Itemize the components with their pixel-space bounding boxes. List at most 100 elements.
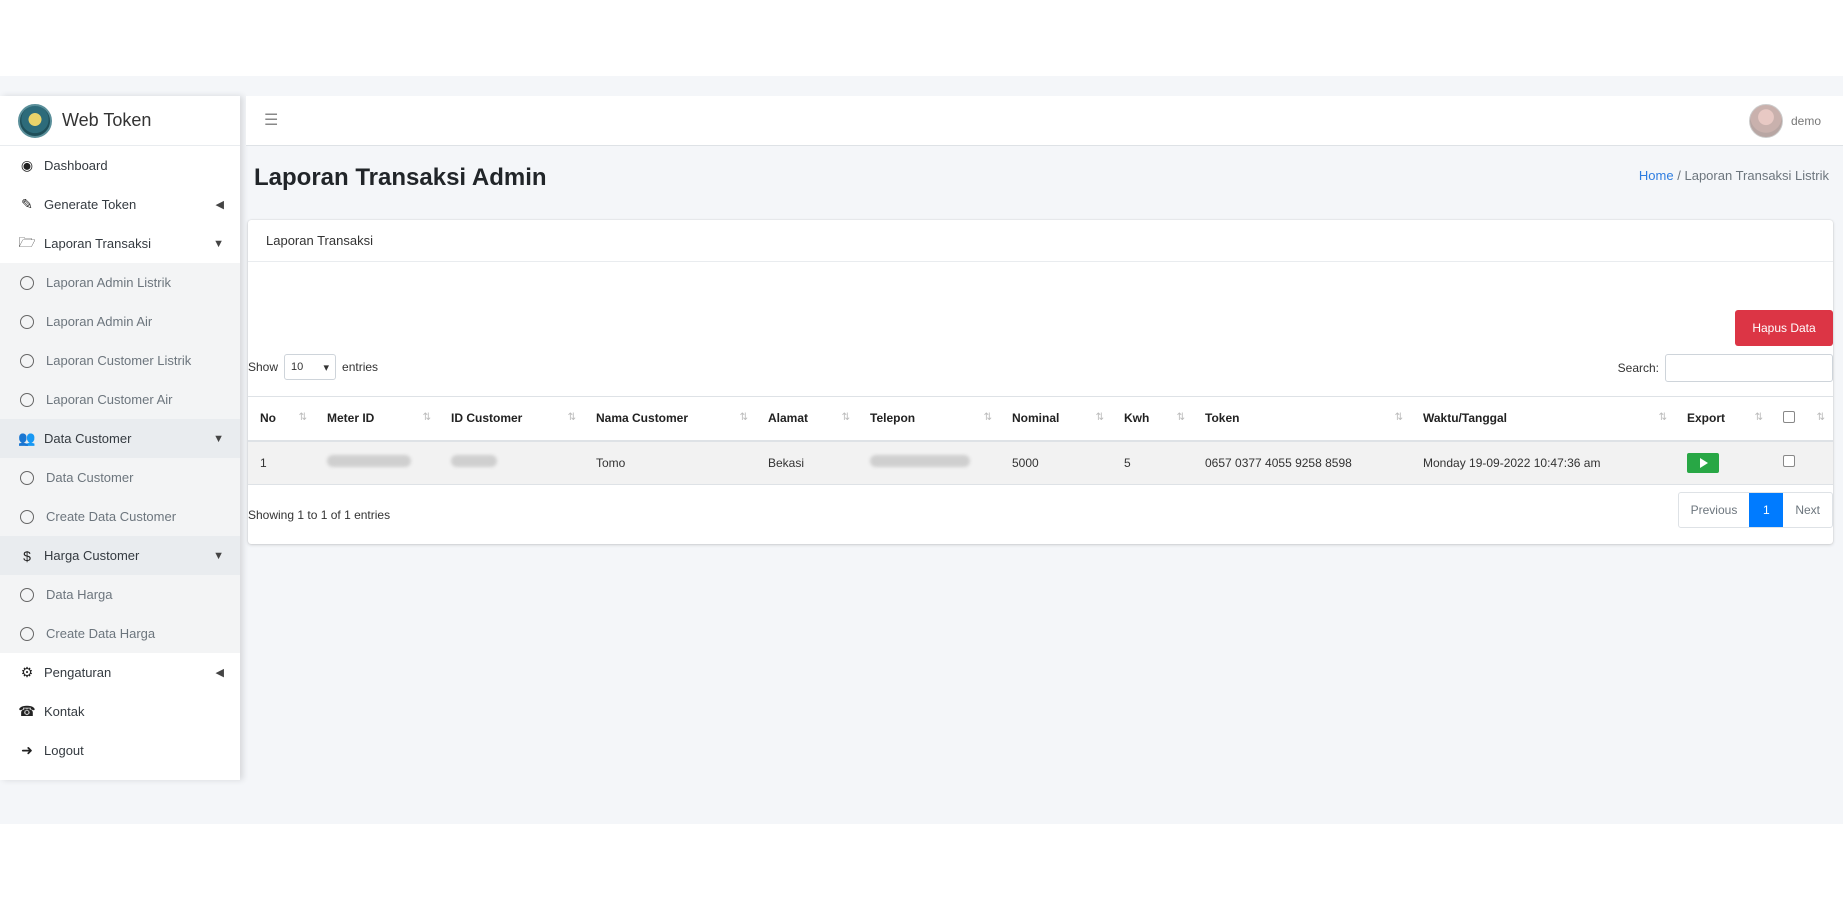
sidebar-item-data-customer[interactable]: 👥 Data Customer ▼ [0, 419, 240, 458]
cell-token: 0657 0377 4055 9258 8598 [1193, 440, 1411, 485]
sidebar-item-pengaturan[interactable]: ⚙ Pengaturan ◀ [0, 653, 240, 692]
delete-data-button[interactable]: Hapus Data [1735, 310, 1833, 346]
sidebar-nav: ◉ Dashboard ✎ Generate Token ◀ 🗁 Laporan… [0, 146, 240, 770]
sidebar-item-label: Laporan Admin Listrik [46, 275, 172, 290]
sort-icon: ⇅ [739, 412, 748, 423]
show-label: Show [248, 360, 279, 374]
sidebar-item-data-harga[interactable]: Data Harga [0, 575, 240, 614]
app-background: Web Token ◉ Dashboard ✎ Generate Token ◀… [0, 76, 1843, 824]
breadcrumb-home[interactable]: Home [1639, 168, 1674, 183]
play-icon [1700, 457, 1708, 468]
column-header-kwh[interactable]: Kwh ⇅ [1112, 396, 1193, 442]
select-all-checkbox[interactable] [1783, 410, 1795, 423]
circle-icon [20, 392, 34, 407]
sidebar-item-laporan-transaksi[interactable]: 🗁 Laporan Transaksi ▼ [0, 224, 240, 263]
export-button[interactable] [1687, 452, 1719, 473]
sort-icon: ⇅ [983, 412, 992, 423]
card-title: Laporan Transaksi [248, 220, 1833, 262]
column-header-alamat[interactable]: Alamat ⇅ [756, 396, 858, 442]
previous-button[interactable]: Previous [1679, 493, 1750, 527]
table-info: Showing 1 to 1 of 1 entries [248, 508, 391, 522]
sidebar-item-laporan-admin-air[interactable]: Laporan Admin Air [0, 302, 240, 341]
sidebar-item-laporan-admin-listrik[interactable]: Laporan Admin Listrik [0, 263, 240, 302]
dollar-icon: $ [23, 547, 31, 564]
submenu-harga: Data Harga Create Data Harga [0, 575, 240, 653]
sidebar-item-kontak[interactable]: ☎ Kontak [0, 692, 240, 731]
sidebar-item-laporan-customer-listrik[interactable]: Laporan Customer Listrik [0, 341, 240, 380]
page-button-1[interactable]: 1 [1749, 493, 1784, 527]
chevron-down-icon: ▼ [213, 237, 224, 250]
sidebar-item-harga-customer[interactable]: $ Harga Customer ▼ [0, 536, 240, 575]
column-header-telepon[interactable]: Telepon ⇅ [858, 396, 1000, 442]
sidebar-item-label: Harga Customer [44, 548, 140, 563]
sort-icon: ⇅ [298, 412, 307, 423]
cell-waktu: Monday 19-09-2022 10:47:36 am [1411, 440, 1675, 485]
sidebar-item-dashboard[interactable]: ◉ Dashboard [0, 146, 240, 185]
table-row: 1 Tomo Bekasi 5000 5 0657 0377 4055 9258… [248, 440, 1833, 485]
column-header-id-customer[interactable]: ID Customer ⇅ [439, 396, 584, 442]
breadcrumb-separator: / [1677, 168, 1681, 183]
column-header-no[interactable]: No ⇅ [248, 396, 315, 442]
cell-nama: Tomo [584, 440, 756, 485]
phone-icon: ☎ [18, 703, 36, 719]
cell-export [1675, 440, 1771, 485]
sidebar-item-label: Kontak [44, 704, 85, 719]
sidebar-item-label: Logout [44, 743, 84, 758]
column-header-waktu[interactable]: Waktu/Tanggal ⇅ [1411, 396, 1675, 442]
column-header-export[interactable]: Export ⇅ [1675, 396, 1771, 442]
cell-nominal: 5000 [1000, 440, 1112, 485]
column-header-meter-id[interactable]: Meter ID ⇅ [315, 396, 439, 442]
sidebar-item-label: Create Data Harga [46, 626, 156, 641]
breadcrumb-current: Laporan Transaksi Listrik [1684, 168, 1829, 183]
sort-icon: ⇅ [1658, 412, 1667, 423]
sidebar-item-label: Data Customer [46, 470, 134, 485]
search-input[interactable] [1665, 354, 1833, 382]
cogs-icon: ⚙ [20, 664, 34, 680]
cell-id-customer [439, 440, 584, 485]
brand-name: Web Token [62, 110, 152, 130]
submenu-laporan: Laporan Admin Listrik Laporan Admin Air … [0, 263, 240, 419]
next-button[interactable]: Next [1783, 493, 1832, 527]
brand[interactable]: Web Token [0, 96, 240, 146]
edit-icon: ✎ [21, 196, 33, 212]
sidebar-item-label: Create Data Customer [46, 509, 177, 524]
sidebar-item-logout[interactable]: ➜ Logout [0, 731, 240, 770]
column-header-select[interactable]: ⇅ [1771, 396, 1833, 442]
column-header-token[interactable]: Token ⇅ [1193, 396, 1411, 442]
sidebar-item-laporan-customer-air[interactable]: Laporan Customer Air [0, 380, 240, 419]
sort-icon: ⇅ [422, 412, 431, 423]
column-header-nama-customer[interactable]: Nama Customer ⇅ [584, 396, 756, 442]
folder-open-icon: 🗁 [18, 233, 36, 250]
circle-icon [20, 314, 34, 329]
sidebar-item-create-data-customer[interactable]: Create Data Customer [0, 497, 240, 536]
sidebar-item-data-customer-list[interactable]: Data Customer [0, 458, 240, 497]
sort-icon: ⇅ [1816, 412, 1825, 423]
sign-out-icon: ➜ [21, 742, 33, 758]
row-checkbox[interactable] [1783, 455, 1795, 468]
sidebar-item-label: Laporan Customer Listrik [46, 353, 192, 368]
search-box: Search: [1618, 354, 1833, 382]
table-header-row: No ⇅ Meter ID ⇅ ID Customer ⇅ Nama Customer… [248, 396, 1833, 442]
tachometer-icon: ◉ [20, 157, 34, 173]
sidebar-item-create-data-harga[interactable]: Create Data Harga [0, 614, 240, 653]
sidebar-item-label: Dashboard [44, 158, 108, 173]
circle-icon [20, 470, 34, 485]
sidebar-item-label: Generate Token [44, 197, 137, 212]
sidebar-item-label: Laporan Admin Air [46, 314, 153, 329]
hamburger-icon[interactable]: ☰ [264, 110, 278, 130]
sort-icon: ⇅ [1754, 412, 1763, 423]
sidebar-item-label: Laporan Customer Air [46, 392, 173, 407]
page-title: Laporan Transaksi Admin [254, 164, 547, 191]
show-entries: Show 10 ▾ entries [248, 354, 378, 380]
page-size-select[interactable]: 10 ▾ [284, 354, 337, 380]
redacted-value [870, 455, 970, 468]
circle-icon [20, 587, 34, 602]
sidebar-item-generate-token[interactable]: ✎ Generate Token ◀ [0, 185, 240, 224]
user-menu[interactable]: demo [1748, 104, 1821, 138]
circle-icon [20, 509, 34, 524]
sort-icon: ⇅ [1394, 412, 1403, 423]
cell-no: 1 [248, 440, 315, 485]
column-header-nominal[interactable]: Nominal ⇅ [1000, 396, 1112, 442]
sort-icon: ⇅ [841, 412, 850, 423]
chevron-left-icon: ◀ [215, 199, 224, 211]
